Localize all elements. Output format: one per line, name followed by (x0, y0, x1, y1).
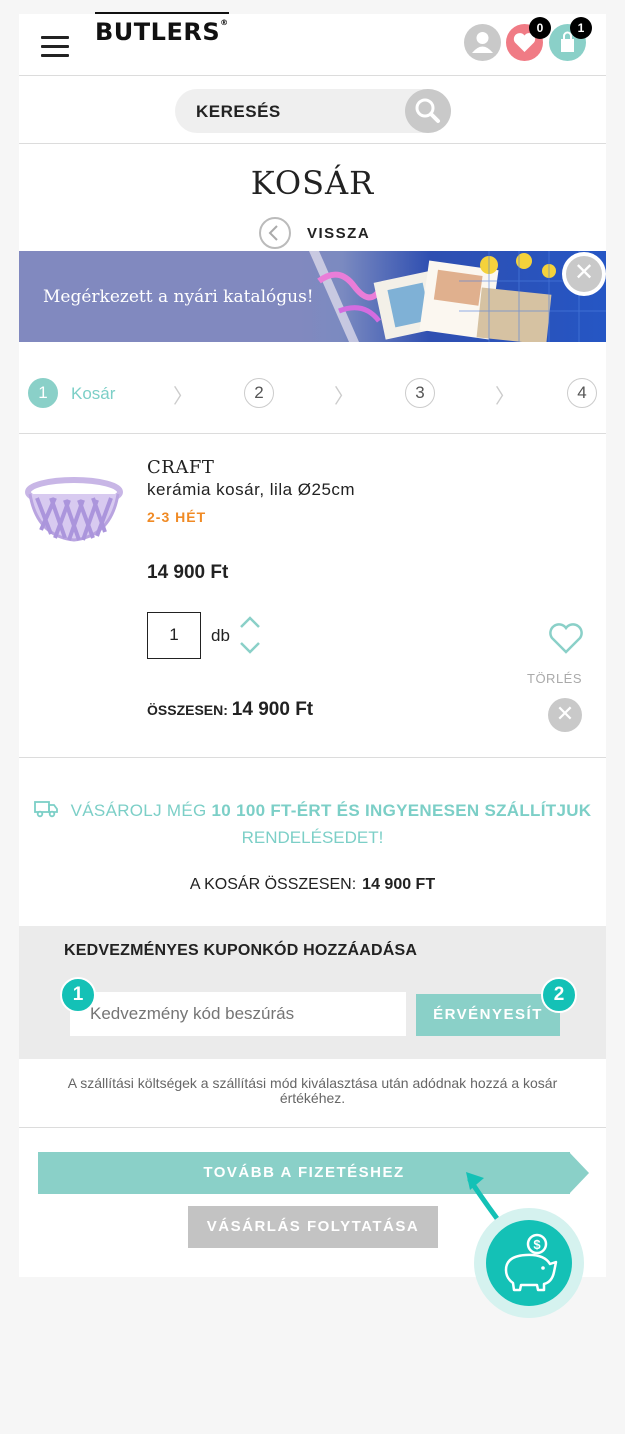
free-shipping-line2: RENDELÉSEDET! (241, 828, 384, 847)
chevron-right-icon: 〉 (334, 386, 354, 408)
divider (19, 757, 606, 758)
chevron-right-icon: 〉 (495, 386, 515, 408)
banner-close-button[interactable]: ✕ (562, 252, 606, 296)
truck-icon (33, 801, 58, 818)
page-title: KOSÁR (250, 164, 375, 202)
coupon-section: KEDVEZMÉNYES KUPONKÓD HOZZÁADÁSA ÉRVÉNYE… (19, 926, 606, 1059)
close-icon: ✕ (566, 256, 602, 292)
quantity-down-icon[interactable] (239, 640, 261, 656)
coupon-input[interactable] (70, 992, 406, 1036)
search-bar[interactable]: KERESÉS (175, 89, 451, 133)
menu-icon[interactable] (41, 36, 69, 63)
product-brand[interactable]: CRAFT (147, 457, 214, 478)
divider (19, 143, 606, 144)
delivery-time: 2-3 HÉT (147, 509, 207, 525)
search-label: KERESÉS (196, 102, 281, 121)
product-price: 14 900 Ft (147, 562, 229, 583)
logo-mark: ® (220, 18, 229, 27)
step-1: 1 (28, 378, 58, 408)
cart-total-label: A KOSÁR ÖSSZESEN: (189, 876, 357, 893)
coupon-apply-button[interactable]: ÉRVÉNYESÍT (416, 994, 560, 1036)
continue-shopping-button[interactable]: VÁSÁRLÁS FOLYTATÁSA (188, 1206, 438, 1248)
annotation-badge-2: 2 (541, 977, 577, 1013)
quantity-up-icon[interactable] (239, 614, 261, 630)
divider (19, 1127, 606, 1128)
product-image[interactable] (25, 474, 123, 552)
product-total-value: 14 900 Ft (231, 699, 314, 720)
account-icon[interactable] (464, 24, 501, 61)
divider (19, 433, 606, 434)
delete-label[interactable]: TÖRLÉS (527, 671, 582, 686)
back-icon[interactable] (259, 217, 291, 249)
coupon-title: KEDVEZMÉNYES KUPONKÓD HOZZÁADÁSA (64, 942, 418, 959)
product-name[interactable]: kerámia kosár, lila Ø25cm (147, 480, 355, 500)
step-4: 4 (567, 378, 597, 408)
cart-count-badge: 1 (570, 17, 592, 39)
free-shipping-amount: 10 100 FT-ÉRT ÉS INGYENESEN SZÁLLÍTJUK (211, 801, 592, 820)
step-2: 2 (244, 378, 274, 408)
logo-text: BUTLERS (95, 18, 221, 46)
banner-text: Megérkezett a nyári katalógus! (43, 287, 314, 307)
piggy-bank-icon: $ (486, 1220, 572, 1306)
savings-widget[interactable]: $ (474, 1208, 584, 1318)
annotation-badge-1: 1 (60, 977, 96, 1013)
product-total: ÖSSZESEN: 14 900 Ft (147, 699, 313, 721)
cart-total: A KOSÁR ÖSSZESEN: 14 900 FT (19, 876, 606, 894)
cart-total-value: 14 900 FT (362, 876, 436, 893)
free-shipping-line: VÁSÁROLJ MÉG 10 100 FT-ÉRT ÉS INGYENESEN… (19, 800, 606, 821)
step-3: 3 (405, 378, 435, 408)
heart-icon[interactable] (547, 621, 585, 655)
divider (19, 75, 606, 76)
quantity-input[interactable]: 1 (147, 612, 201, 659)
search-button[interactable] (405, 89, 451, 133)
free-shipping-prefix: VÁSÁROLJ MÉG (70, 801, 207, 820)
wishlist-count-badge: 0 (529, 17, 551, 39)
search-icon (415, 98, 440, 123)
step-1-label: Kosár (71, 384, 116, 403)
svg-text:$: $ (533, 1237, 541, 1252)
back-link[interactable]: VISSZA (307, 225, 370, 242)
quantity-unit: db (211, 626, 230, 645)
shipping-note: A szállítási költségek a szállítási mód … (67, 1075, 558, 1106)
logo[interactable]: BUTLERS® (95, 12, 229, 60)
product-total-label: ÖSSZESEN: (147, 702, 228, 718)
chevron-right-icon: 〉 (173, 386, 193, 408)
delete-icon[interactable]: ✕ (548, 698, 582, 732)
page-container: BUTLERS® 0 1 KERESÉS KOSÁR VISSZA Megérk… (19, 12, 606, 1277)
